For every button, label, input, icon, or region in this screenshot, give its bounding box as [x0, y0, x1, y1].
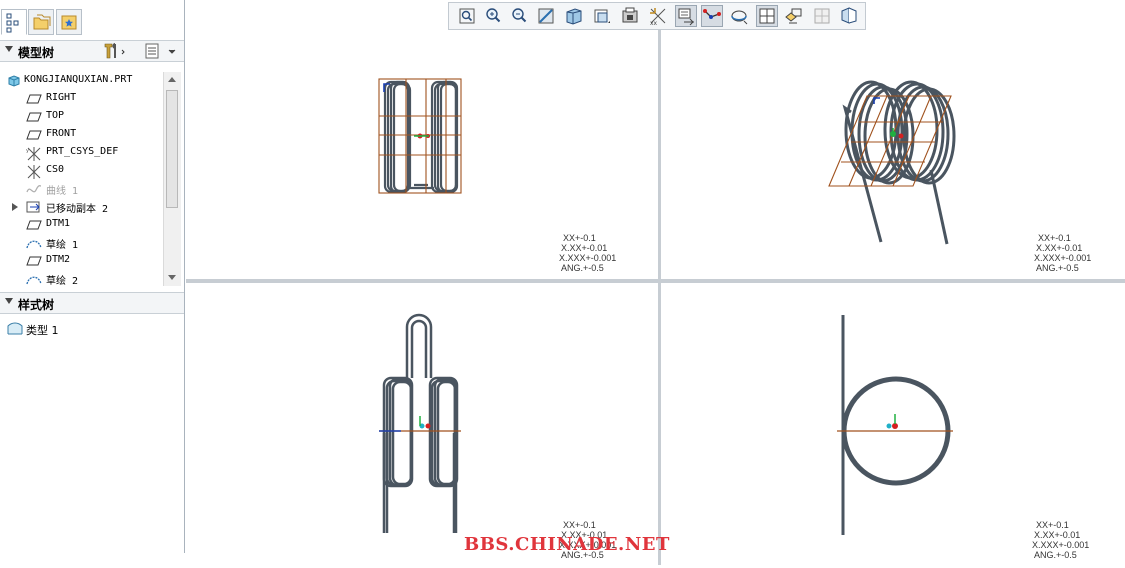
tree-item-label: 类型 1 [26, 324, 59, 337]
style-tree-header[interactable]: 样式树 [0, 292, 184, 314]
scroll-down-icon[interactable] [168, 275, 176, 280]
tree-item-label: RIGHT [46, 92, 77, 103]
orient-icon[interactable] [728, 5, 750, 27]
show-options-icon[interactable] [144, 42, 180, 63]
tree-item-cs0[interactable]: CS0 [0, 162, 160, 180]
favorites-tab-icon[interactable] [56, 9, 82, 35]
model-tree-title: 模型树 [18, 46, 55, 60]
tree-item-label: KONGJIANQUXIAN.PRT [24, 74, 133, 85]
model-tree-tab-icon[interactable] [1, 9, 27, 35]
moved-copy-icon [26, 200, 40, 214]
datum-display-icon[interactable]: xx [647, 5, 669, 27]
expand-arrow-icon[interactable] [12, 203, 18, 211]
style-tree-item-type-1[interactable]: 类型 1 [0, 320, 160, 338]
navigator-tabs [0, 0, 184, 38]
scrollbar-thumb[interactable] [166, 90, 178, 208]
watermark: BBS.CHINADE.NET [464, 534, 670, 555]
sketch-icon [26, 272, 42, 286]
tree-item-label: DTM1 [46, 218, 71, 229]
model-tree-header[interactable]: 模型树 [0, 40, 184, 62]
tree-item-label: TOP [46, 110, 65, 121]
curve-icon [26, 182, 42, 196]
tolerance-line: XX+-0.1 [563, 520, 596, 530]
datum-plane-icon [26, 128, 42, 142]
tree-item-dtm1[interactable]: DTM1 [0, 216, 160, 234]
svg-text:xx: xx [650, 20, 658, 27]
tolerance-line: ANG.+-0.5 [1036, 263, 1079, 273]
graphics-toolbar: xx [448, 2, 866, 30]
tree-item-moved-copy-2[interactable]: 已移动副本 2 [0, 198, 160, 216]
tolerance-line: XX+-0.1 [563, 233, 596, 243]
folder-browser-tab-icon[interactable] [28, 9, 54, 35]
model-navigator: 模型树 KONGJIANQUXIAN.PRT RIGHT TOP FRONT y… [0, 0, 185, 553]
sketch-icon [26, 236, 42, 250]
tree-item-top[interactable]: TOP [0, 108, 160, 126]
tolerance-line: XX+-0.1 [1036, 520, 1069, 530]
tolerance-line: X.XX+-0.01 [561, 243, 608, 253]
split-views-icon[interactable] [756, 5, 778, 27]
tree-item-label: 草绘 2 [46, 276, 79, 287]
viewport-top-left[interactable]: XX+-0.1 X.XX+-0.01 X.XXX+-0.001 ANG.+-0.… [186, 30, 658, 279]
repaint-icon[interactable] [535, 5, 557, 27]
tree-item-part[interactable]: KONGJIANQUXIAN.PRT [0, 72, 160, 90]
tolerance-table: XX+-0.1 X.XX+-0.01 X.XXX+-0.001 ANG.+-0.… [1034, 233, 1091, 273]
csys-icon [25, 164, 41, 179]
refit-icon[interactable] [456, 5, 478, 27]
datum-plane-icon [26, 254, 42, 268]
tree-item-label: 草绘 1 [46, 240, 79, 251]
tree-item-label: DTM2 [46, 254, 71, 265]
collapse-triangle-icon[interactable] [5, 46, 13, 52]
tree-item-label: 已移动副本 2 [46, 204, 109, 215]
tree-item-right[interactable]: RIGHT [0, 90, 160, 108]
section-icon[interactable] [811, 5, 833, 27]
annotation-display-icon[interactable] [701, 5, 723, 27]
tree-item-front[interactable]: FRONT [0, 126, 160, 144]
model-tree-scrollbar[interactable] [163, 72, 181, 286]
tolerance-line: X.XXX+-0.001 [1032, 540, 1090, 550]
datum-plane-icon [26, 218, 42, 232]
tree-item-sketch-1[interactable]: 草绘 1 [0, 234, 160, 252]
tolerance-line: X.XX+-0.01 [1034, 530, 1081, 540]
tree-item-sketch-2[interactable]: 草绘 2 [0, 270, 160, 288]
datum-plane-icon [26, 92, 42, 106]
appearance-icon[interactable] [838, 5, 860, 27]
tolerance-table: XX+-0.1 X.XX+-0.01 X.XXX+-0.001 ANG.+-0.… [559, 233, 616, 273]
viewport-bottom-left[interactable]: XX+-0.1 X.XX+-0.01 X.XXX+-0.001 ANG.+-0.… [186, 283, 658, 565]
csys-icon: y [25, 146, 41, 161]
style-type-icon [7, 322, 23, 336]
datum-plane-icon [26, 110, 42, 124]
viewport-top-right[interactable]: XX+-0.1 X.XX+-0.01 X.XXX+-0.001 ANG.+-0.… [661, 30, 1125, 279]
settings-tools-icon[interactable] [102, 42, 128, 63]
zoom-in-icon[interactable] [482, 5, 504, 27]
tree-item-prt-csys-def[interactable]: y PRT_CSYS_DEF [0, 144, 160, 162]
svg-text:y: y [26, 148, 29, 154]
tolerance-line: XX+-0.1 [1038, 233, 1071, 243]
collapse-triangle-icon[interactable] [5, 298, 13, 304]
tolerance-line: X.XXX+-0.001 [559, 253, 617, 263]
tolerance-line: ANG.+-0.5 [561, 263, 604, 273]
scroll-up-icon[interactable] [168, 77, 176, 82]
part-icon [7, 74, 21, 88]
tree-item-label: 曲线 1 [46, 186, 79, 197]
tree-item-label: FRONT [46, 128, 77, 139]
tree-item-curve-1[interactable]: 曲线 1 [0, 180, 160, 198]
tree-item-label: CS0 [46, 164, 65, 175]
tolerance-table: XX+-0.1 X.XX+-0.01 X.XXX+-0.001 ANG.+-0.… [1032, 520, 1089, 560]
tolerance-line: ANG.+-0.5 [1034, 550, 1077, 560]
tree-item-dtm2[interactable]: DTM2 [0, 252, 160, 270]
spin-center-icon[interactable] [675, 5, 697, 27]
style-tree-title: 样式树 [18, 298, 55, 312]
tolerance-line: X.XX+-0.01 [1036, 243, 1083, 253]
zoom-out-icon[interactable] [508, 5, 530, 27]
layer-icon[interactable] [783, 5, 805, 27]
viewport-bottom-right[interactable]: XX+-0.1 X.XX+-0.01 X.XXX+-0.001 ANG.+-0.… [661, 283, 1125, 565]
tolerance-line: X.XXX+-0.001 [1034, 253, 1092, 263]
saved-views-icon[interactable] [591, 5, 613, 27]
shading-icon[interactable] [563, 5, 585, 27]
tree-item-label: PRT_CSYS_DEF [46, 146, 119, 157]
view-manager-icon[interactable] [619, 5, 641, 27]
